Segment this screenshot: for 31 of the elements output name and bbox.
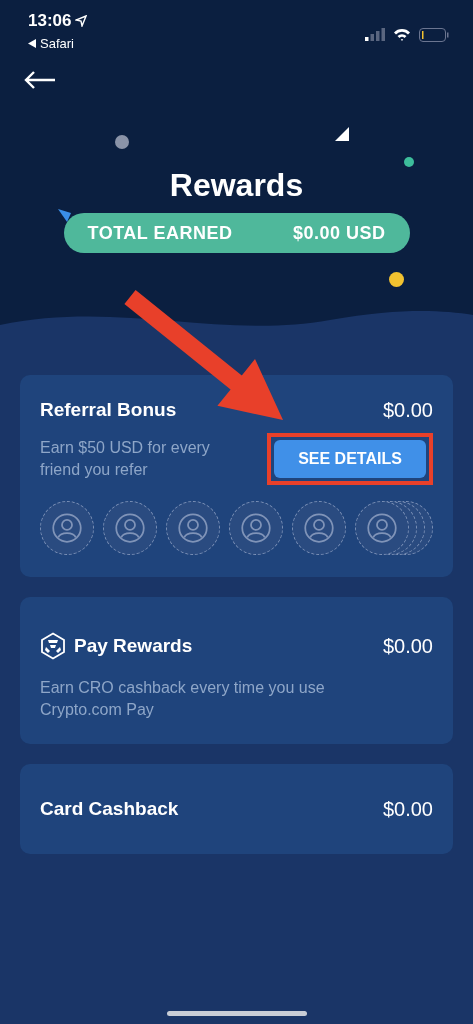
back-arrow-icon[interactable] [24, 70, 56, 89]
confetti-dot [404, 157, 414, 167]
page-title: Rewards [169, 166, 304, 205]
card-title: Card Cashback [40, 796, 179, 821]
total-value: $0.00 USD [292, 221, 386, 245]
hexagon-logo-icon [40, 632, 66, 660]
card-description: Earn CRO cashback every time you use Crypto.com Pay [40, 678, 326, 720]
card-title: Referral Bonus [40, 397, 177, 422]
back-triangle-icon[interactable] [28, 38, 36, 48]
card-amount: $0.00 [382, 398, 433, 423]
confetti-triangle [335, 127, 349, 141]
battery-icon [419, 27, 449, 42]
person-icon [241, 513, 271, 543]
confetti-triangle [58, 209, 71, 222]
back-app-link[interactable]: Safari [40, 33, 74, 53]
person-icon [367, 513, 397, 543]
confetti-dot [115, 135, 129, 149]
signal-icon [365, 28, 385, 41]
person-icon [115, 513, 145, 543]
location-icon [75, 14, 88, 27]
confetti-dot [389, 272, 404, 287]
person-icon [178, 513, 208, 543]
person-icon [304, 513, 334, 543]
wifi-icon [393, 28, 411, 41]
total-label: TOTAL EARNED [87, 221, 233, 245]
status-time: 13:06 [28, 10, 72, 32]
card-description: Earn $50 USD for every friend you refer [40, 438, 211, 480]
person-icon [52, 513, 82, 543]
card-amount: $0.00 [382, 797, 433, 823]
card-amount: $0.00 [382, 634, 433, 659]
card-title: Pay Rewards [74, 633, 193, 658]
